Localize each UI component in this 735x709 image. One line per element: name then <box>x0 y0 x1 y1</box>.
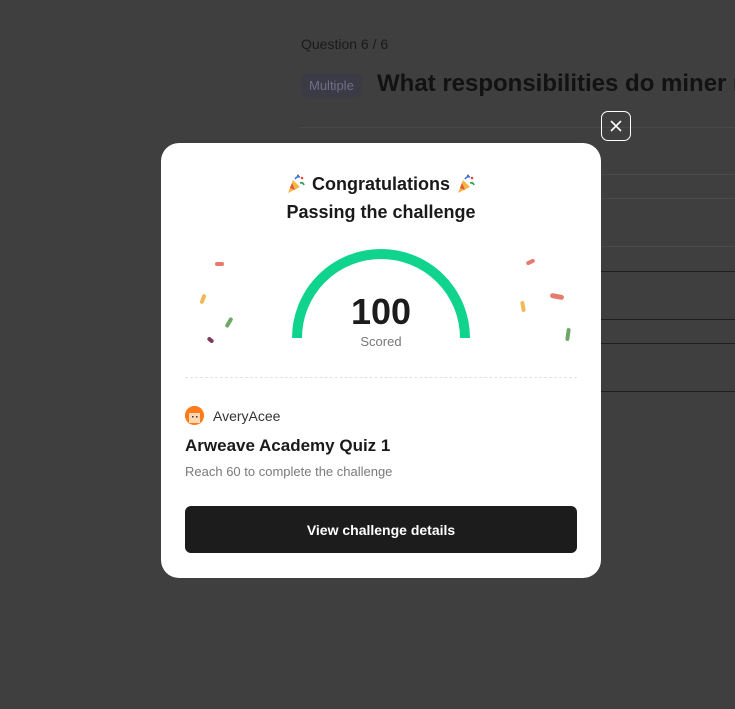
result-modal: Congratulations Passing the challenge 10… <box>161 143 601 578</box>
quiz-subtitle: Reach 60 to complete the challenge <box>185 464 393 479</box>
quiz-title: Arweave Academy Quiz 1 <box>185 436 391 455</box>
modal-heading: Congratulations Passing the challenge <box>161 170 601 226</box>
confetti-piece <box>525 258 536 266</box>
score-label: Scored <box>360 334 402 349</box>
party-popper-icon <box>458 174 475 193</box>
author-name: AveryAcee <box>213 407 281 424</box>
question-counter: Question 6 / 6 <box>301 36 389 52</box>
close-button[interactable] <box>601 111 631 141</box>
dashed-divider <box>185 377 577 378</box>
question-type-tag: Multiple <box>301 73 362 98</box>
option-divider <box>301 127 735 128</box>
score-value: 100 <box>350 291 412 332</box>
heading-subtitle: Passing the challenge <box>286 202 476 222</box>
close-icon <box>610 120 622 132</box>
party-popper-icon <box>288 174 305 193</box>
view-challenge-details-button[interactable]: View challenge details <box>185 506 577 553</box>
heading-congratulations: Congratulations <box>312 174 450 194</box>
confetti-piece <box>215 262 224 266</box>
author-row: AveryAcee <box>185 406 280 425</box>
avatar <box>185 406 204 425</box>
question-title: What responsibilities do miner n <box>377 70 735 97</box>
